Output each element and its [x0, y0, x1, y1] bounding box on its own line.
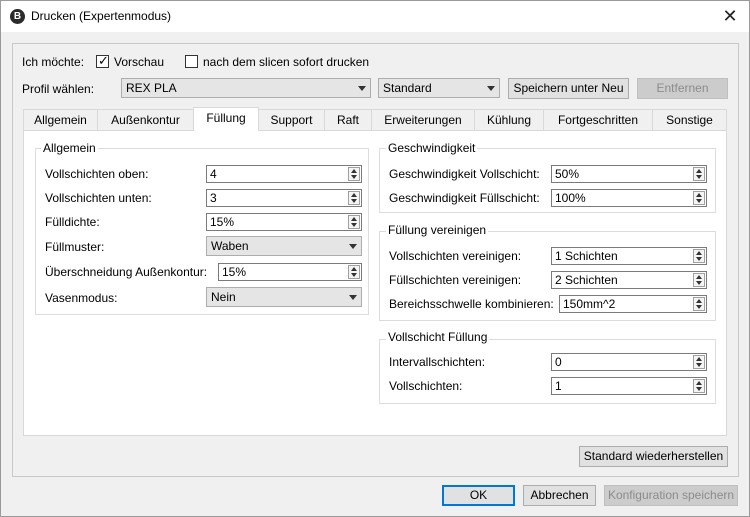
vollschichten-oben-value: 4	[210, 167, 217, 181]
tab-sonstige[interactable]: Sonstige	[652, 109, 727, 130]
tab-support[interactable]: Support	[258, 109, 325, 130]
fuellmuster-label: Füllmuster:	[45, 240, 105, 254]
vollschichten-unten-value: 3	[210, 191, 217, 205]
vollschichten-spinner[interactable]: 1	[551, 377, 707, 395]
entfernen-button[interactable]: Entfernen	[637, 78, 728, 99]
spinner-arrows-icon[interactable]	[348, 191, 360, 205]
tab-erweiterungen[interactable]: Erweiterungen	[371, 109, 475, 130]
fuelldichte-spinner[interactable]: 15%	[206, 213, 362, 231]
profil-select[interactable]: REX PLA	[121, 78, 371, 98]
bereichsschwelle-label: Bereichsschwelle kombinieren:	[389, 297, 554, 311]
vasenmodus-select[interactable]: Nein	[206, 287, 362, 307]
spinner-arrows-icon[interactable]	[693, 273, 705, 287]
profil-select-value: REX PLA	[126, 81, 177, 95]
spinner-arrows-icon[interactable]	[348, 167, 360, 181]
geschw-fuellschicht-label: Geschwindigkeit Füllschicht:	[389, 191, 540, 205]
ueberschneidung-spinner[interactable]: 15%	[218, 263, 362, 281]
standard-select[interactable]: Standard	[378, 78, 500, 98]
cancel-button[interactable]: Abbrechen	[523, 485, 596, 506]
vasenmodus-label: Vasenmodus:	[45, 291, 118, 305]
fuelldichte-label: Fülldichte:	[45, 215, 100, 229]
konfiguration-speichern-button[interactable]: Konfiguration speichern	[604, 485, 738, 506]
vasenmodus-value: Nein	[211, 290, 236, 304]
geschw-fuellschicht-spinner[interactable]: 100%	[551, 189, 707, 207]
fuellschichten-vereinigen-value: 2 Schichten	[555, 273, 618, 287]
geschw-vollschicht-spinner[interactable]: 50%	[551, 165, 707, 183]
vollschichten-oben-label: Vollschichten oben:	[45, 167, 149, 181]
fuellschichten-vereinigen-label: Füllschichten vereinigen:	[389, 273, 522, 287]
fuellmuster-select[interactable]: Waben	[206, 236, 362, 256]
sofort-drucken-checkbox[interactable]	[185, 55, 198, 68]
checkmark-icon: ✓	[98, 53, 109, 68]
geschw-fuellschicht-value: 100%	[555, 191, 586, 205]
spinner-arrows-icon[interactable]	[348, 215, 360, 229]
tab-fuellung[interactable]: Füllung	[193, 107, 259, 131]
fuelldichte-value: 15%	[210, 215, 235, 229]
intervallschichten-spinner[interactable]: 0	[551, 353, 707, 371]
print-dialog-window: B Drucken (Expertenmodus) ✕ Ich möchte: …	[0, 0, 750, 517]
vollschichten-value: 1	[555, 379, 562, 393]
chevron-down-icon	[358, 86, 366, 91]
vorschau-checkbox[interactable]: ✓	[96, 53, 109, 68]
vollschichten-label: Vollschichten:	[389, 379, 463, 393]
fuellung-tab-panel: Allgemein Vollschichten oben: 4 Vollschi…	[23, 130, 727, 436]
ok-button[interactable]: OK	[442, 485, 515, 506]
spinner-arrows-icon[interactable]	[693, 379, 705, 393]
title-bar: B Drucken (Expertenmodus) ✕	[1, 1, 749, 32]
bereichsschwelle-value: 150mm^2	[563, 297, 616, 311]
standard-wiederherstellen-button[interactable]: Standard wiederherstellen	[579, 446, 728, 467]
vollschichten-unten-spinner[interactable]: 3	[206, 189, 362, 207]
window-title: Drucken (Expertenmodus)	[31, 9, 172, 23]
ueberschneidung-value: 15%	[222, 265, 247, 279]
vollschichten-vereinigen-spinner[interactable]: 1 Schichten	[551, 247, 707, 265]
chevron-down-icon	[349, 244, 357, 249]
app-logo-icon: B	[10, 9, 25, 24]
chevron-down-icon	[349, 295, 357, 300]
vollschichten-vereinigen-label: Vollschichten vereinigen:	[389, 249, 522, 263]
geschwindigkeit-group-title: Geschwindigkeit	[386, 141, 478, 155]
vollschicht-fuellung-group-title: Vollschicht Füllung	[386, 330, 490, 344]
spinner-arrows-icon[interactable]	[693, 191, 705, 205]
tab-allgemein[interactable]: Allgemein	[23, 109, 98, 130]
tab-kuehlung[interactable]: Kühlung	[474, 109, 544, 130]
intervallschichten-label: Intervallschichten:	[389, 355, 486, 369]
vorschau-label: Vorschau	[114, 55, 165, 69]
vollschichten-vereinigen-value: 1 Schichten	[555, 249, 618, 263]
geschw-vollschicht-label: Geschwindigkeit Vollschicht:	[389, 167, 540, 181]
tab-fortgeschritten[interactable]: Fortgeschritten	[543, 109, 653, 130]
allgemein-group-title: Allgemein	[41, 141, 98, 155]
fuellschichten-vereinigen-spinner[interactable]: 2 Schichten	[551, 271, 707, 289]
standard-select-value: Standard	[383, 81, 432, 95]
spinner-arrows-icon[interactable]	[348, 265, 360, 279]
profil-label: Profil wählen:	[22, 82, 95, 96]
vollschichten-oben-spinner[interactable]: 4	[206, 165, 362, 183]
speichern-unter-neu-button[interactable]: Speichern unter Neu	[508, 78, 629, 99]
spinner-arrows-icon[interactable]	[693, 297, 705, 311]
spinner-arrows-icon[interactable]	[693, 167, 705, 181]
ich-moechte-label: Ich möchte:	[22, 55, 85, 69]
spinner-arrows-icon[interactable]	[693, 355, 705, 369]
spinner-arrows-icon[interactable]	[693, 249, 705, 263]
geschw-vollschicht-value: 50%	[555, 167, 580, 181]
fuellmuster-value: Waben	[211, 239, 249, 253]
chevron-down-icon	[487, 86, 495, 91]
sofort-drucken-label: nach dem slicen sofort drucken	[203, 55, 370, 69]
bereichsschwelle-spinner[interactable]: 150mm^2	[559, 295, 707, 313]
vollschichten-unten-label: Vollschichten unten:	[45, 191, 152, 205]
fuellung-vereinigen-group-title: Füllung vereinigen	[386, 223, 489, 237]
intervallschichten-value: 0	[555, 355, 562, 369]
tab-raft[interactable]: Raft	[324, 109, 372, 130]
tab-aussenkontur[interactable]: Außenkontur	[97, 109, 194, 130]
ueberschneidung-label: Überschneidung Außenkontur:	[45, 265, 208, 279]
close-icon[interactable]: ✕	[719, 5, 741, 27]
